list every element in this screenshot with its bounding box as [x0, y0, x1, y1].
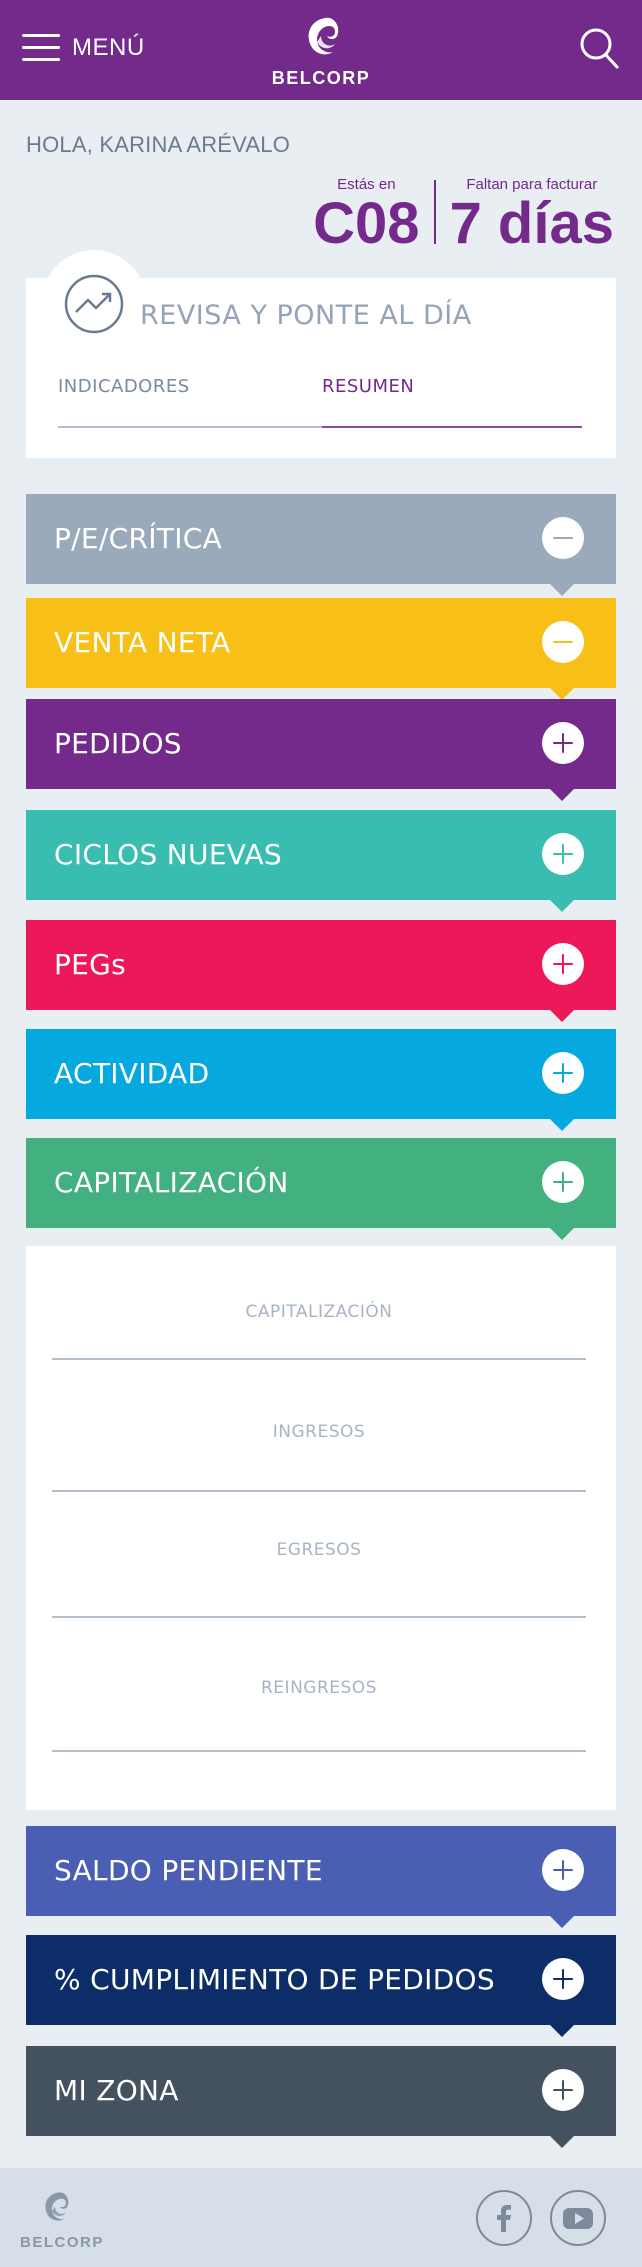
metric-reingresos[interactable]: REINGRESOS	[52, 1678, 586, 1698]
section-label: MI ZONA	[54, 2074, 179, 2107]
cycle-info: Estás en C08 Faltan para facturar 7 días	[313, 176, 614, 253]
cycle-divider	[433, 180, 436, 244]
hamburger-icon	[22, 32, 60, 64]
expand-icon[interactable]	[542, 722, 584, 764]
section-cumplimiento-pedidos[interactable]: % CUMPLIMIENTO DE PEDIDOS	[26, 1935, 616, 2037]
greeting-text: HOLA, KARINA ARÉVALO	[26, 132, 291, 157]
youtube-button[interactable]	[550, 2190, 606, 2246]
section-saldo-pendiente[interactable]: SALDO PENDIENTE	[26, 1826, 616, 1928]
collapse-icon[interactable]	[542, 517, 584, 559]
metric-capitalizacion[interactable]: CAPITALIZACIÓN	[52, 1302, 586, 1322]
section-capitalizacion[interactable]: CAPITALIZACIÓN	[26, 1138, 616, 1240]
current-cycle: Estás en C08	[313, 176, 419, 253]
top-bar: MENÚ BELCORP	[0, 0, 642, 100]
section-pegs[interactable]: PEGs	[26, 920, 616, 1022]
metric-divider	[52, 1358, 586, 1360]
capitalizacion-panel: CAPITALIZACIÓN INGRESOS EGRESOS REINGRES…	[26, 1246, 616, 1810]
facebook-icon	[497, 2205, 511, 2232]
section-mi-zona[interactable]: MI ZONA	[26, 2046, 616, 2148]
section-pointer	[550, 1010, 574, 1022]
section-pointer	[550, 1916, 574, 1928]
current-cycle-value: C08	[313, 191, 420, 256]
section-label: P/E/CRÍTICA	[54, 522, 223, 555]
section-pointer	[550, 1119, 574, 1131]
metric-divider	[52, 1490, 586, 1492]
section-label: CICLOS NUEVAS	[54, 838, 282, 871]
tab-indicadores[interactable]: INDICADORES	[58, 376, 190, 397]
expand-icon[interactable]	[542, 1161, 584, 1203]
belcorp-logo[interactable]: BELCORP	[271, 14, 371, 89]
facebook-button[interactable]	[476, 2190, 532, 2246]
section-pointer	[550, 1228, 574, 1240]
days-remaining-value: 7 días	[449, 191, 614, 256]
search-icon[interactable]	[578, 26, 620, 70]
section-label: VENTA NETA	[54, 626, 231, 659]
days-remaining: Faltan para facturar 7 días	[450, 176, 614, 253]
footer-logo[interactable]: BELCORP	[20, 2188, 104, 2251]
review-card: REVISA Y PONTE AL DÍA INDICADORES RESUME…	[26, 250, 616, 458]
menu-button[interactable]: MENÚ	[22, 30, 145, 66]
section-venta-neta[interactable]: VENTA NETA	[26, 598, 616, 700]
section-ciclos-nuevas[interactable]: CICLOS NUEVAS	[26, 810, 616, 912]
menu-label: MENÚ	[72, 34, 145, 61]
footer-brand-name: BELCORP	[20, 2234, 104, 2251]
brand-name: BELCORP	[271, 68, 371, 88]
section-label: SALDO PENDIENTE	[54, 1854, 323, 1887]
collapse-icon[interactable]	[542, 621, 584, 663]
card-title: REVISA Y PONTE AL DÍA	[140, 300, 472, 331]
metric-egresos[interactable]: EGRESOS	[52, 1540, 586, 1560]
metric-divider	[52, 1750, 586, 1752]
expand-icon[interactable]	[542, 1052, 584, 1094]
metric-ingresos[interactable]: INGRESOS	[52, 1422, 586, 1442]
footer: BELCORP	[0, 2168, 642, 2267]
tab-resumen-underline	[322, 426, 582, 428]
section-pointer	[550, 584, 574, 596]
section-actividad[interactable]: ACTIVIDAD	[26, 1029, 616, 1131]
section-label: ACTIVIDAD	[54, 1057, 210, 1090]
tab-indicadores-underline	[58, 426, 322, 428]
section-pedidos[interactable]: PEDIDOS	[26, 699, 616, 801]
card-icon-badge	[42, 250, 146, 354]
belcorp-mark-icon	[308, 17, 339, 55]
metric-divider	[52, 1616, 586, 1618]
expand-icon[interactable]	[542, 833, 584, 875]
expand-icon[interactable]	[542, 2069, 584, 2111]
expand-icon[interactable]	[542, 1849, 584, 1891]
tab-resumen[interactable]: RESUMEN	[322, 376, 414, 397]
section-label: PEGs	[54, 948, 127, 981]
section-pe-critica[interactable]: P/E/CRÍTICA	[26, 494, 616, 596]
section-pointer	[550, 2136, 574, 2148]
section-label: % CUMPLIMIENTO DE PEDIDOS	[54, 1963, 495, 1996]
expand-icon[interactable]	[542, 1958, 584, 2000]
youtube-icon	[563, 2208, 593, 2229]
section-label: CAPITALIZACIÓN	[54, 1166, 289, 1199]
belcorp-mark-icon	[45, 2192, 69, 2221]
section-pointer	[550, 2025, 574, 2037]
trend-chart-icon	[64, 274, 124, 334]
section-pointer	[550, 900, 574, 912]
section-pointer	[550, 789, 574, 801]
expand-icon[interactable]	[542, 943, 584, 985]
section-label: PEDIDOS	[54, 727, 182, 760]
